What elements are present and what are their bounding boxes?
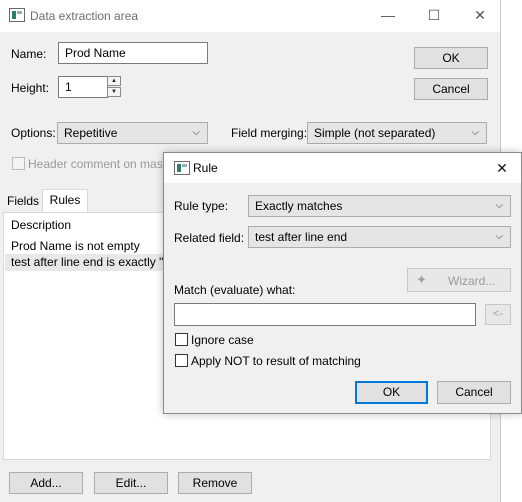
ok-button[interactable]: OK	[414, 47, 488, 69]
ignore-case-label: Ignore case	[191, 333, 254, 347]
dialog-title-bar: Rule ✕	[164, 153, 521, 183]
related-field-label: Related field:	[174, 231, 245, 245]
insert-button[interactable]: <-	[485, 304, 511, 325]
apply-not-checkbox[interactable]	[175, 354, 188, 367]
dialog-close-button[interactable]: ✕	[487, 157, 517, 179]
chevron-down-icon: ⌵	[495, 231, 503, 242]
apply-not-label: Apply NOT to result of matching	[191, 354, 361, 368]
dialog-cancel-button[interactable]: Cancel	[437, 381, 511, 404]
description-header: Description	[11, 218, 72, 232]
cancel-button[interactable]: Cancel	[414, 78, 488, 100]
wand-icon: ✦	[416, 272, 427, 287]
spin-up-icon[interactable]: ▲	[107, 76, 121, 86]
spin-down-icon[interactable]: ▼	[107, 87, 121, 97]
related-field-select[interactable]: test after line end ⌵	[248, 226, 511, 248]
rule-type-select[interactable]: Exactly matches ⌵	[248, 195, 511, 217]
options-label: Options:	[11, 126, 56, 140]
rule-type-value: Exactly matches	[255, 199, 343, 213]
rule-type-label: Rule type:	[174, 199, 229, 213]
height-label: Height:	[11, 81, 50, 95]
minimize-button[interactable]: —	[366, 0, 410, 30]
options-value: Repetitive	[64, 126, 118, 140]
title-bar: Data extraction area — ☐ ✕	[0, 0, 500, 32]
add-button[interactable]: Add...	[9, 472, 83, 494]
header-comment-label: Header comment on master	[28, 157, 177, 171]
header-comment-checkbox[interactable]	[12, 157, 25, 170]
options-select[interactable]: Repetitive ⌵	[57, 122, 208, 144]
dialog-ok-button[interactable]: OK	[355, 381, 428, 404]
rule-row[interactable]: Prod Name is not empty	[11, 238, 171, 254]
chevron-down-icon: ⌵	[495, 200, 503, 211]
height-input[interactable]: 1	[58, 76, 108, 98]
app-icon	[174, 161, 190, 175]
related-field-value: test after line end	[255, 230, 348, 244]
ignore-case-checkbox[interactable]	[175, 333, 188, 346]
wizard-label: Wizard...	[448, 274, 496, 288]
wizard-button[interactable]: ✦ Wizard...	[407, 268, 511, 292]
chevron-down-icon: ⌵	[192, 127, 200, 138]
dialog-title: Rule	[193, 161, 218, 175]
rule-row-selected[interactable]: test after line end is exactly "	[5, 254, 170, 271]
app-icon	[9, 8, 25, 22]
chevron-down-icon: ⌵	[471, 127, 479, 138]
edit-button[interactable]: Edit...	[94, 472, 168, 494]
rule-dialog: Rule ✕ Rule type: Exactly matches ⌵ Rela…	[163, 152, 522, 414]
tab-rules[interactable]: Rules	[42, 189, 88, 213]
tab-fields[interactable]: Fields	[4, 192, 42, 212]
field-merging-value: Simple (not separated)	[314, 126, 436, 140]
field-merging-select[interactable]: Simple (not separated) ⌵	[307, 122, 487, 144]
close-button[interactable]: ✕	[458, 0, 502, 30]
match-input[interactable]	[174, 303, 476, 326]
name-input[interactable]: Prod Name	[58, 42, 208, 64]
match-label: Match (evaluate) what:	[174, 283, 296, 297]
remove-button[interactable]: Remove	[178, 472, 252, 494]
window-title: Data extraction area	[30, 9, 139, 23]
name-label: Name:	[11, 47, 47, 61]
field-merging-label: Field merging:	[231, 126, 308, 140]
maximize-button[interactable]: ☐	[412, 0, 456, 30]
